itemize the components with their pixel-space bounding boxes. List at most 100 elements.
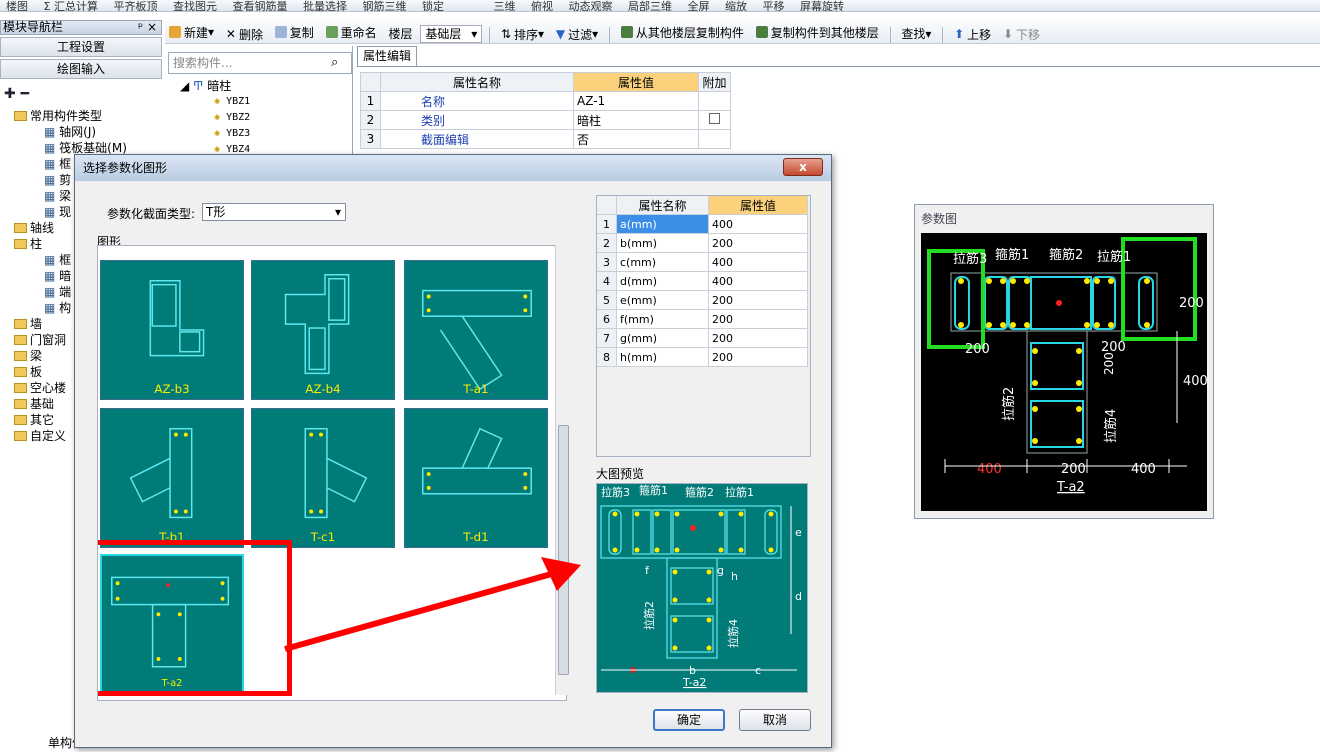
tree-item[interactable]: 板 [14,364,42,380]
table-row[interactable]: 3 截面编辑 否 [360,129,731,149]
copy-to-floor-button[interactable]: 复制构件到其他楼层 [752,21,883,43]
sort-button[interactable]: ⇅ 排序 ▾ [497,23,548,45]
table-row[interactable]: 7 g(mm) 200 [596,328,808,348]
tree-item[interactable]: 基础 [14,396,54,412]
rename-button[interactable]: 重命名 [322,21,381,43]
shape-thumb-t-d1[interactable]: T-d1 [404,408,548,548]
tree-item-label: 轴线 [30,221,55,235]
tree-item[interactable]: 常用构件类型 [14,108,102,124]
move-down-button[interactable]: ⬇ 下移 [999,23,1044,45]
toolbar-item[interactable]: 平齐板顶 [113,1,157,11]
toolbar-item[interactable]: 动态观察 [568,1,612,11]
component-icon: ▦ [44,269,60,283]
chevron-down-icon: ▾ [334,205,341,219]
nav-project-settings[interactable]: 工程设置 [0,37,162,57]
list-item-label: YBZ3 [226,128,251,139]
list-item[interactable]: ✺ YBZ2 [180,110,350,126]
shape-thumb-az-b3[interactable]: AZ-b3 [100,260,244,400]
tree-item[interactable]: ▦ 框 [44,252,71,268]
property-value[interactable]: AZ-1 [573,91,699,111]
toolbar-item[interactable]: 俯视 [531,1,553,11]
table-row[interactable]: 1 名称 AZ-1 [360,91,731,111]
cancel-button[interactable]: 取消 [739,709,811,731]
copy-button[interactable]: 复制 [271,21,318,43]
column-header: 属性名称 [616,195,709,215]
tree-item[interactable]: ▦ 框 [44,156,71,172]
floor-select[interactable]: 基础层 ▾ [420,24,483,43]
toolbar-item[interactable]: 楼图 [6,1,28,11]
tree-item[interactable]: ▦ 梁 [44,188,71,204]
extra-checkbox[interactable] [698,110,731,130]
table-row[interactable]: 3 c(mm) 400 [596,252,808,272]
shape-thumb-t-a1[interactable]: T-a1 [404,260,548,400]
param-value[interactable]: 400 [708,252,808,272]
param-value[interactable]: 200 [708,290,808,310]
toolbar-item[interactable]: 锁定 [422,1,444,11]
nav-drawing-input[interactable]: 绘图输入 [0,59,162,79]
close-button[interactable]: x [783,158,823,176]
tree-item[interactable]: 门窗洞 [14,332,66,348]
tree-item[interactable]: 其它 [14,412,54,428]
table-row[interactable]: 5 e(mm) 200 [596,290,808,310]
filter-button[interactable]: ▼ 过滤 ▾ [552,23,602,45]
param-value[interactable]: 200 [708,233,808,253]
param-value[interactable]: 200 [708,309,808,329]
toolbar-item[interactable]: 批量选择 [303,1,347,11]
tree-item-label: 其它 [30,413,55,427]
toolbar-item[interactable]: 屏幕旋转 [800,1,844,11]
tree-item[interactable]: ▦ 端 [44,284,71,300]
list-item[interactable]: ✺ YBZ3 [180,126,350,142]
toolbar-item[interactable]: Σ 汇总计算 [44,1,98,11]
tree-item[interactable]: ▦ 轴网(J) [44,124,96,140]
property-value[interactable]: 暗柱 [573,110,699,130]
pin-close-icon[interactable]: ᵖ × [138,21,157,34]
ok-button[interactable]: 确定 [653,709,725,731]
table-row[interactable]: 1 a(mm) 400 [596,214,808,234]
toolbar-item[interactable]: 查找图元 [173,1,217,11]
table-row[interactable]: 6 f(mm) 200 [596,309,808,329]
toolbar-item[interactable]: 全屏 [687,1,709,11]
tree-item[interactable]: 墙 [14,316,42,332]
move-up-button[interactable]: ⬆ 上移 [950,23,995,45]
folder-icon [14,239,27,249]
new-button[interactable]: 新建 ▾ [165,21,218,43]
toolbar-item[interactable]: 钢筋三维 [362,1,406,11]
component-icon: ▦ [44,301,60,315]
param-value[interactable]: 400 [708,271,808,291]
table-row[interactable]: 2 b(mm) 200 [596,233,808,253]
toolbar-item[interactable]: 缩放 [725,1,747,11]
toolbar-item[interactable]: 局部三维 [628,1,672,11]
delete-button[interactable]: ✕ 删除 [222,23,267,45]
expand-collapse-icon[interactable]: ✚ ━ [4,86,29,102]
component-search-input[interactable]: 搜索构件... [168,52,352,74]
copy-from-floor-button[interactable]: 从其他楼层复制构件 [617,21,748,43]
section-type-select[interactable]: T形 ▾ [202,203,346,221]
tree-item[interactable]: 轴线 [14,220,54,236]
find-button[interactable]: 查找 ▾ [897,23,935,45]
tree-item[interactable]: ▦ 构 [44,300,71,316]
list-item[interactable]: ✺ YBZ1 [180,94,350,110]
search-icon[interactable]: ⌕ [331,55,338,70]
param-value[interactable]: 200 [708,347,808,367]
shape-thumb-t-c1[interactable]: T-c1 [251,408,395,548]
table-row[interactable]: 2 类别 暗柱 [360,110,731,130]
tab-property-edit[interactable]: 属性编辑 [357,46,417,66]
tree-item[interactable]: ▦ 暗 [44,268,71,284]
tree-item[interactable]: 柱 [14,236,42,252]
param-value[interactable]: 400 [708,214,808,234]
tree-item[interactable]: 空心楼 [14,380,66,396]
param-value[interactable]: 200 [708,328,808,348]
toolbar-item[interactable]: 查看钢筋量 [232,1,287,11]
tree-item[interactable]: ▦ 现 [44,204,71,220]
shape-thumb-az-b4[interactable]: AZ-b4 [251,260,395,400]
property-value[interactable]: 否 [573,129,699,149]
tree-root[interactable]: ◢ Ͳ 暗柱 [180,78,350,94]
tree-item[interactable]: 梁 [14,348,42,364]
toolbar-item[interactable]: 平移 [762,1,784,11]
tree-item[interactable]: ▦ 剪 [44,172,71,188]
table-row[interactable]: 8 h(mm) 200 [596,347,808,367]
shape-thumb-t-b1[interactable]: T-b1 [100,408,244,548]
toolbar-item[interactable]: 三维 [493,1,515,11]
tree-item[interactable]: 自定义 [14,428,66,444]
table-row[interactable]: 4 d(mm) 400 [596,271,808,291]
